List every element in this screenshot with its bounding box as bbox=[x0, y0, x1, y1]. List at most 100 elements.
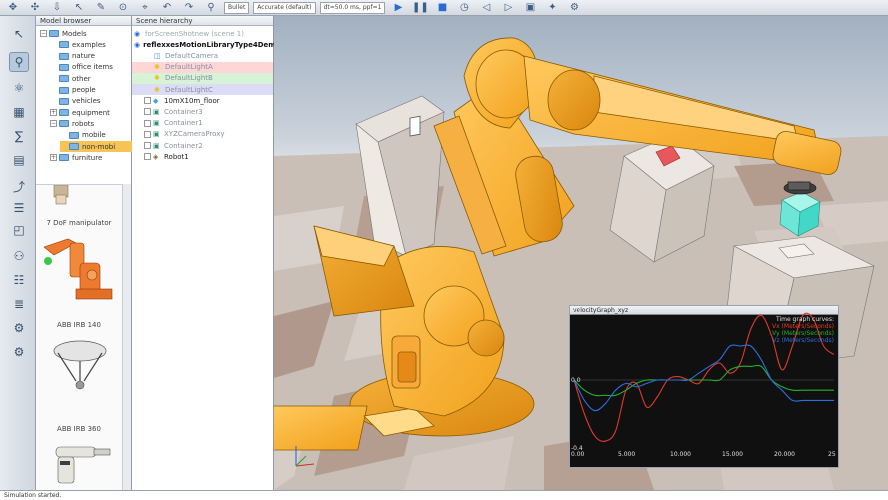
link-icon[interactable]: ⚲ bbox=[202, 1, 220, 15]
dynamics-icon[interactable]: ⚛ bbox=[9, 78, 29, 98]
gears-icon[interactable]: ⚙ bbox=[9, 318, 29, 338]
x-tick-label: 0.00 bbox=[571, 451, 585, 458]
model-tree-item[interactable]: examples bbox=[50, 39, 106, 50]
scene-tree-item[interactable]: ✺ DefaultLightC bbox=[132, 84, 273, 95]
layers-icon[interactable]: ≣ bbox=[9, 294, 29, 314]
expand-icon[interactable] bbox=[144, 153, 151, 161]
slow-icon[interactable]: ◁ bbox=[477, 1, 495, 15]
model-browser-icon[interactable]: ⚇ bbox=[9, 246, 29, 266]
zoom-icon[interactable]: ⚲ bbox=[9, 52, 29, 72]
scene-icon: ◉ bbox=[134, 40, 141, 49]
scene-objects-icon[interactable]: ▦ bbox=[9, 102, 29, 122]
script-icon[interactable]: ☰ bbox=[9, 198, 29, 218]
folder-icon bbox=[59, 75, 69, 83]
model-tree-label: people bbox=[72, 86, 96, 94]
stop-icon[interactable]: ■ bbox=[433, 1, 451, 15]
scene-tree-item[interactable]: ◉ forScreenShotnew (scene 1) bbox=[132, 28, 273, 39]
realtime-icon[interactable]: ◷ bbox=[455, 1, 473, 15]
camera-fit-icon[interactable]: ⊙ bbox=[114, 1, 132, 15]
path-icon[interactable]: ⤴ bbox=[9, 176, 29, 196]
scene-tree-item[interactable]: ✺ DefaultLightB bbox=[132, 72, 273, 84]
model-tree-item[interactable]: nature bbox=[50, 51, 95, 62]
folder-icon bbox=[59, 41, 69, 49]
main-toolbar: ✥ ✣ ⇩ ↖ ✎ ⊙ ⌖ ↶ ↷ ⚲ Bullet Accurate (def… bbox=[0, 0, 888, 16]
model-browser-scrollbar[interactable] bbox=[122, 184, 131, 490]
scene-tree-item[interactable]: ▣ XYZCameraProxy bbox=[132, 129, 273, 140]
settings-icon[interactable]: ⚙ bbox=[565, 1, 583, 15]
scene-tree-item[interactable]: ◉ reflexxesMotionLibraryType4Dem bbox=[132, 39, 276, 50]
scene-tree-item[interactable]: ◈ Robot1 bbox=[132, 151, 273, 162]
scene-hierarchy-title: Scene hierarchy bbox=[132, 16, 273, 26]
calculation-icon[interactable]: ∑ bbox=[9, 126, 29, 146]
collapse-icon[interactable]: − bbox=[40, 30, 47, 37]
model-tree-item[interactable]: office items bbox=[50, 62, 113, 73]
cursor-icon[interactable]: ↖ bbox=[70, 1, 88, 15]
scene-tree-label: Robot1 bbox=[164, 152, 189, 161]
thumb-abb-irb360[interactable] bbox=[53, 340, 107, 390]
select-icon[interactable]: ⌖ bbox=[136, 1, 154, 15]
folder-icon bbox=[69, 143, 79, 150]
download-icon[interactable]: ⇩ bbox=[48, 1, 66, 15]
model-tree-item[interactable]: mobile bbox=[60, 130, 106, 141]
model-tree-item[interactable]: non-mobi bbox=[60, 141, 132, 152]
hierarchy-icon[interactable]: ☷ bbox=[9, 270, 29, 290]
scene-tree-item[interactable]: ▣ Container3 bbox=[132, 106, 273, 117]
light-icon: ✺ bbox=[154, 74, 160, 83]
model-tree-label: nature bbox=[72, 52, 95, 61]
scene-tree-item[interactable]: ◫ DefaultCamera bbox=[132, 50, 273, 61]
model-tree-item[interactable]: other bbox=[50, 73, 91, 84]
timestep-select[interactable]: dt=50.0 ms, ppf=1 bbox=[319, 1, 386, 14]
scene-tree-item[interactable]: ◆ 10mX10m_floor bbox=[132, 95, 273, 106]
folder-icon bbox=[59, 154, 69, 162]
expand-icon[interactable] bbox=[144, 142, 151, 149]
pointer-icon[interactable]: ↖ bbox=[9, 24, 29, 44]
expand-icon[interactable] bbox=[144, 97, 151, 105]
model-tree-item[interactable]: − Models bbox=[40, 28, 87, 39]
scene-tree-label: DefaultLightA bbox=[165, 63, 213, 72]
expand-icon[interactable]: + bbox=[50, 154, 57, 162]
rotate-icon[interactable]: ✣ bbox=[26, 1, 44, 15]
scene-tree-label: forScreenShotnew (scene 1) bbox=[145, 29, 244, 38]
undo-icon[interactable]: ↶ bbox=[158, 1, 176, 15]
expand-icon[interactable] bbox=[144, 119, 151, 127]
wrench-icon[interactable]: ✎ bbox=[92, 1, 110, 15]
physics-engine-select[interactable]: Bullet bbox=[224, 1, 250, 14]
scene-tree-item[interactable]: ✺ DefaultLightA bbox=[132, 61, 273, 73]
scene-tree-label: Container1 bbox=[164, 119, 203, 128]
cube-icon[interactable]: ▤ bbox=[9, 150, 29, 170]
pause-icon[interactable]: ❚❚ bbox=[411, 1, 429, 15]
model-tree-item[interactable]: people bbox=[50, 85, 96, 96]
model-thumbnails-art bbox=[43, 184, 113, 484]
expand-icon[interactable] bbox=[144, 130, 151, 138]
scene-tree-item[interactable]: ▣ Container2 bbox=[132, 140, 273, 151]
expand-icon[interactable] bbox=[144, 108, 151, 116]
play-icon[interactable]: ▶ bbox=[389, 1, 407, 15]
shapes-icon[interactable]: ◰ bbox=[9, 220, 29, 240]
velocity-graph-window[interactable]: velocityGraph_xyz 0.4 0.0 -0.4 0.00 5.000 10.… bbox=[569, 305, 839, 468]
scene-tree-label: Container2 bbox=[164, 141, 203, 150]
thumb-abb-irb140[interactable] bbox=[43, 238, 113, 300]
status-bar: Simulation started. bbox=[0, 490, 888, 500]
light-icon: ✺ bbox=[154, 85, 160, 94]
model-tree-item[interactable]: + furniture bbox=[50, 152, 102, 163]
accuracy-select[interactable]: Accurate (default) bbox=[253, 1, 316, 14]
model-tree-item[interactable]: vehicles bbox=[50, 96, 101, 107]
move-icon[interactable]: ✥ bbox=[4, 1, 22, 15]
thumb-next-robot[interactable] bbox=[55, 446, 111, 484]
expand-icon[interactable]: + bbox=[50, 109, 57, 117]
model-tree-item[interactable]: − robots bbox=[50, 118, 94, 129]
settings-gears-icon[interactable]: ⚙ bbox=[9, 342, 29, 362]
scene-viewport[interactable]: velocityGraph_xyz 0.4 0.0 -0.4 0.00 5.000 10.… bbox=[274, 16, 888, 490]
redo-icon[interactable]: ↷ bbox=[180, 1, 198, 15]
record-icon[interactable]: ✦ bbox=[543, 1, 561, 15]
thumb-7dof[interactable] bbox=[53, 184, 69, 205]
threaded-render-icon[interactable]: ▣ bbox=[521, 1, 539, 15]
camera-icon: ◫ bbox=[154, 51, 161, 60]
collapse-icon[interactable]: − bbox=[50, 120, 57, 128]
scene-tree-label: 10mX10m_floor bbox=[164, 96, 220, 105]
fast-icon[interactable]: ▷ bbox=[499, 1, 517, 15]
scene-tree-item[interactable]: ▣ Container1 bbox=[132, 118, 273, 129]
model-tree-label: mobile bbox=[82, 131, 106, 140]
legend-vx: Vx (Meters/Seconds) bbox=[772, 323, 834, 330]
model-tree-item[interactable]: + equipment bbox=[50, 107, 110, 118]
